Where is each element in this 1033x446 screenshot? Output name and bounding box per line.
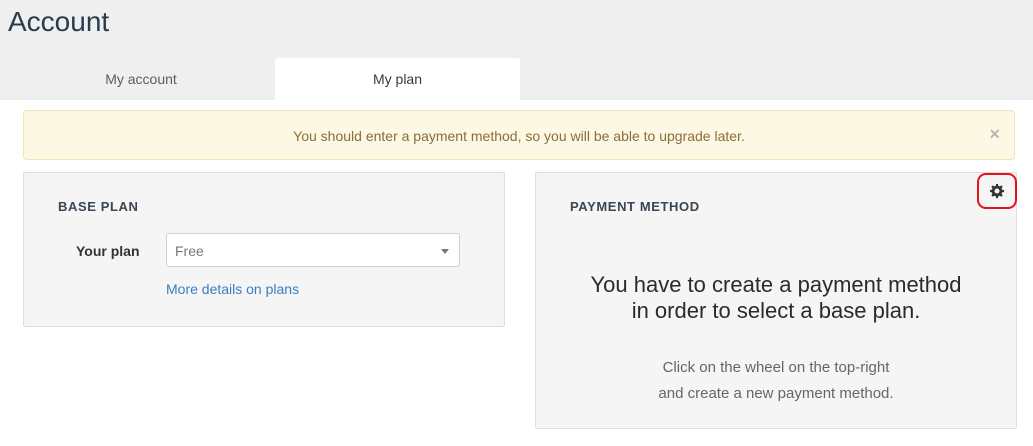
payment-method-panel: PAYMENT METHOD You have to create a paym… [535,172,1017,429]
tab-my-plan[interactable]: My plan [275,58,520,100]
warning-alert: You should enter a payment method, so yo… [23,110,1015,160]
message-line: in order to select a base plan. [631,298,921,323]
base-plan-panel: BASE PLAN Your plan Free More details on… [23,172,505,327]
your-plan-label: Your plan [76,243,140,259]
payment-required-message: You have to create a payment method in o… [536,272,1016,324]
close-icon[interactable]: × [989,111,1000,157]
tab-my-account[interactable]: My account [8,58,274,100]
base-plan-title: BASE PLAN [58,199,139,214]
more-details-link[interactable]: More details on plans [166,281,299,297]
payment-hint: Click on the wheel on the top-right and … [536,355,1016,407]
hint-line: Click on the wheel on the top-right [662,359,890,376]
page-title: Account [8,6,110,37]
message-line: You have to create a payment method [590,272,962,297]
settings-button[interactable] [977,173,1017,209]
payment-method-title: PAYMENT METHOD [570,199,700,214]
plan-select[interactable]: Free [166,233,460,267]
hint-line: and create a new payment method. [658,385,894,402]
caret-down-icon [441,249,449,254]
plan-select-value: Free [175,243,204,259]
gear-icon [989,184,1005,199]
alert-message: You should enter a payment method, so yo… [293,128,745,144]
